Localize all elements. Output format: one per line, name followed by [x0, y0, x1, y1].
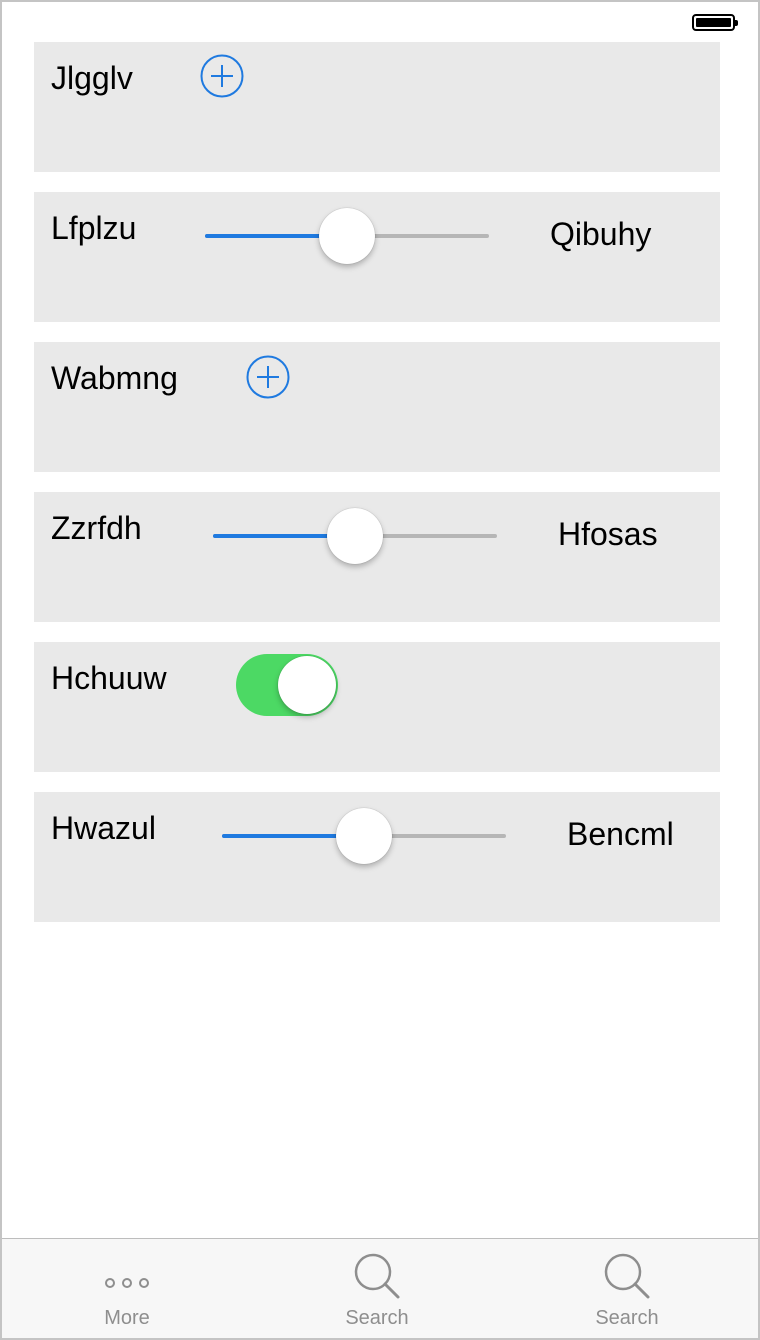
row-label: Jlgglv — [51, 60, 133, 96]
row-zzrfdh: Zzrfdh Hfosas — [34, 492, 720, 622]
status-bar — [2, 2, 758, 42]
slider[interactable] — [222, 806, 506, 866]
tab-label: Search — [345, 1307, 409, 1329]
row-label: Hchuuw — [51, 660, 167, 696]
search-icon — [354, 1253, 400, 1299]
slider-max-label: Bencml — [567, 816, 674, 852]
row-jlgglv: Jlgglv — [34, 42, 720, 172]
plus-circle-icon[interactable] — [200, 54, 244, 98]
toggle-switch[interactable] — [236, 654, 338, 716]
slider[interactable] — [205, 206, 489, 266]
app-screen: Jlgglv Lfplzu Qibuhy Wabmng Zzrfdh Hfosa… — [0, 0, 760, 1340]
tab-more[interactable]: More — [2, 1239, 252, 1338]
toggle-knob — [278, 656, 336, 714]
slider-max-label: Qibuhy — [550, 216, 652, 252]
row-wabmng: Wabmng — [34, 342, 720, 472]
row-lfplzu: Lfplzu Qibuhy — [34, 192, 720, 322]
plus-circle-icon[interactable] — [246, 355, 290, 399]
row-label: Wabmng — [51, 360, 178, 396]
search-icon — [604, 1253, 650, 1299]
tab-bar: More Search Search — [2, 1238, 758, 1338]
row-hchuuw: Hchuuw — [34, 642, 720, 772]
tab-search[interactable]: Search — [252, 1239, 502, 1338]
slider[interactable] — [213, 506, 497, 566]
tab-label: Search — [595, 1307, 659, 1329]
battery-full-icon — [692, 14, 738, 31]
slider-thumb[interactable] — [319, 208, 375, 264]
tab-label: More — [104, 1307, 150, 1329]
row-label: Zzrfdh — [51, 510, 142, 546]
more-dots-icon — [105, 1278, 149, 1288]
row-hwazul: Hwazul Bencml — [34, 792, 720, 922]
slider-max-label: Hfosas — [558, 516, 658, 552]
tab-search-2[interactable]: Search — [502, 1239, 752, 1338]
slider-thumb[interactable] — [327, 508, 383, 564]
slider-thumb[interactable] — [336, 808, 392, 864]
row-label: Hwazul — [51, 810, 156, 846]
row-label: Lfplzu — [51, 210, 137, 246]
